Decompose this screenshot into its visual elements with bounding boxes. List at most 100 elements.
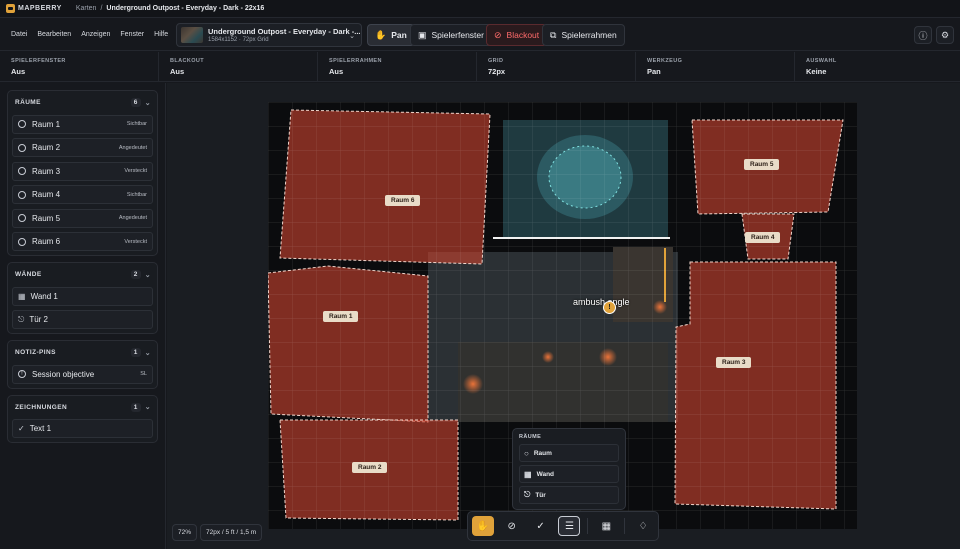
pins-panel: NOTIZ-PINS 1 ⌄ ! Session objective SL bbox=[7, 340, 158, 389]
room-1-label[interactable]: Raum 1 bbox=[323, 311, 359, 322]
status-value: Aus bbox=[11, 67, 26, 76]
map-selector-subtitle: 1584x1152 · 72px Grid bbox=[208, 37, 269, 43]
menu-edit[interactable]: Bearbeiten bbox=[37, 31, 71, 38]
notification-button[interactable]: ♢ bbox=[632, 516, 654, 536]
app-logo: MAPBERRY bbox=[6, 4, 62, 13]
popup-item-label: Wand bbox=[536, 470, 555, 478]
app-name: MAPBERRY bbox=[18, 5, 62, 12]
player-window-label: Spielerfenster bbox=[431, 30, 484, 40]
status-label: WERKZEUG bbox=[647, 58, 683, 64]
blackout-button[interactable]: ⊘ Blackout bbox=[486, 24, 548, 46]
room-item[interactable]: Raum 3 Versteckt bbox=[12, 161, 153, 181]
zoom-level[interactable]: 72% bbox=[172, 524, 198, 541]
circle-icon bbox=[18, 214, 26, 222]
grid-tool-button[interactable]: ▦ bbox=[595, 516, 617, 536]
title-bar: MAPBERRY Karten / Underground Outpost - … bbox=[0, 0, 960, 18]
pins-count-badge: 1 bbox=[130, 348, 141, 357]
door-item-label: Tür 2 bbox=[29, 315, 48, 324]
pan-tool-button[interactable]: ✋ bbox=[472, 516, 494, 536]
room-item[interactable]: Raum 6 Versteckt bbox=[12, 232, 153, 251]
door-icon: ⎋ bbox=[524, 490, 531, 499]
room-item-label: Raum 4 bbox=[32, 190, 61, 199]
frame-icon: ⧉ bbox=[550, 29, 557, 40]
player-window-button[interactable]: ▣ Spielerfenster bbox=[410, 24, 492, 46]
pins-panel-header[interactable]: NOTIZ-PINS 1 ⌄ bbox=[12, 345, 153, 360]
pin-item-label: Session objective bbox=[32, 369, 95, 379]
menu-window[interactable]: Fenster bbox=[120, 31, 144, 38]
menu-file[interactable]: Datei bbox=[11, 31, 27, 38]
room-item[interactable]: Raum 4 Sichtbar bbox=[12, 185, 153, 204]
breadcrumb-separator: / bbox=[100, 5, 103, 12]
room-item[interactable]: Raum 5 Angedeutet bbox=[12, 208, 153, 228]
status-blackout: BLACKOUT Aus bbox=[159, 52, 318, 81]
toolbar-divider bbox=[587, 518, 589, 534]
chevron-down-icon: ⌄ bbox=[144, 404, 151, 411]
popup-item-room[interactable]: ○ Raum bbox=[519, 444, 619, 462]
room-item[interactable]: Raum 1 Sichtbar bbox=[12, 114, 153, 134]
info-button[interactable]: ⓘ bbox=[914, 26, 932, 44]
circle-icon bbox=[18, 120, 26, 128]
chevron-down-icon: ⌄ bbox=[144, 99, 151, 107]
chevron-down-icon: ⌄ bbox=[349, 33, 355, 40]
pan-button[interactable]: ✋ Pan bbox=[367, 24, 415, 46]
wall-item[interactable]: ▦ Wand 1 bbox=[12, 286, 153, 306]
map-selector[interactable]: Underground Outpost - Everyday - Dark -.… bbox=[176, 23, 362, 47]
draw-tool-button[interactable]: ✓ bbox=[530, 516, 552, 536]
logo-icon bbox=[6, 4, 15, 13]
pin-item[interactable]: ! Session objective SL bbox=[12, 364, 153, 384]
wall-item-label: Wand 1 bbox=[30, 291, 58, 301]
room-5-label[interactable]: Raum 5 bbox=[744, 159, 780, 170]
settings-button[interactable]: ⚙ bbox=[936, 26, 954, 44]
room-6-label[interactable]: Raum 6 bbox=[385, 195, 421, 206]
room-2-label[interactable]: Raum 2 bbox=[352, 462, 388, 473]
map-selector-title: Underground Outpost - Everyday - Dark -.… bbox=[208, 27, 361, 36]
drawing-item-label: Text 1 bbox=[29, 424, 52, 433]
room-state: Versteckt bbox=[124, 238, 147, 245]
map-canvas[interactable]: Raum 6 Raum 5 Raum 4 Raum 1 Raum 3 Raum … bbox=[167, 83, 960, 549]
circle-icon bbox=[18, 143, 26, 152]
layers-tool-button[interactable]: ☰ bbox=[558, 516, 581, 536]
status-label: BLACKOUT bbox=[170, 58, 205, 64]
status-selection: AUSWAHL Keine bbox=[795, 52, 954, 81]
popup-item-label: Raum bbox=[533, 449, 552, 457]
alert-icon: ! bbox=[18, 370, 26, 378]
walls-panel-title: WÄNDE bbox=[15, 271, 42, 278]
circle-icon: ○ bbox=[524, 448, 529, 458]
drawing-item[interactable]: ✓ Text 1 bbox=[12, 419, 153, 438]
bell-icon: ♢ bbox=[638, 520, 648, 532]
player-frame-button[interactable]: ⧉ Spielerrahmen bbox=[542, 24, 625, 46]
breadcrumb: Karten / Underground Outpost - Everyday … bbox=[76, 5, 265, 12]
room-3-label[interactable]: Raum 3 bbox=[716, 357, 752, 368]
drawings-count-badge: 1 bbox=[130, 402, 141, 412]
status-value: Aus bbox=[329, 67, 344, 76]
pan-button-label: Pan bbox=[391, 30, 407, 40]
sidebar: RÄUME 6 ⌄ Raum 1 Sichtbar Raum 2 Angedeute… bbox=[0, 83, 166, 549]
screen-icon: ▣ bbox=[418, 29, 427, 40]
room-item[interactable]: Raum 2 Angedeutet bbox=[12, 138, 153, 157]
rooms-panel-header[interactable]: RÄUME 6 ⌄ bbox=[12, 95, 153, 110]
drawings-panel: ZEICHNUNGEN 1 ⌄ ✓ Text 1 bbox=[7, 394, 158, 443]
popup-item-wall[interactable]: ▦ Wand bbox=[519, 465, 619, 483]
app-window: MAPBERRY Karten / Underground Outpost - … bbox=[0, 0, 960, 549]
menu-help[interactable]: Hilfe bbox=[154, 31, 168, 38]
breadcrumb-parent[interactable]: Karten bbox=[76, 5, 97, 12]
hide-tool-button[interactable]: ⊘ bbox=[501, 516, 523, 536]
blackout-label: Blackout bbox=[506, 30, 540, 40]
popup-item-door[interactable]: ⎋ Tür bbox=[519, 486, 619, 504]
layers-icon: ☰ bbox=[564, 520, 574, 532]
pins-panel-title: NOTIZ-PINS bbox=[15, 349, 56, 356]
door-item[interactable]: ⎋ Tür 2 bbox=[12, 310, 153, 329]
drawings-panel-header[interactable]: ZEICHNUNGEN 1 ⌄ bbox=[12, 400, 153, 415]
room-state: Angedeutet bbox=[118, 144, 147, 151]
room-item-label: Raum 1 bbox=[32, 119, 61, 129]
status-value: Pan bbox=[647, 67, 661, 76]
map-thumbnail bbox=[181, 27, 203, 43]
walls-panel-header[interactable]: WÄNDE 2 ⌄ bbox=[12, 267, 153, 282]
pin-marker[interactable]: ! bbox=[603, 301, 616, 314]
status-bar: SPIELERFENSTER Aus BLACKOUT Aus SPIELERR… bbox=[0, 52, 960, 82]
room-4-label[interactable]: Raum 4 bbox=[745, 232, 781, 243]
menu-view[interactable]: Anzeigen bbox=[81, 31, 110, 38]
status-value: Keine bbox=[806, 67, 827, 76]
room-item-label: Raum 3 bbox=[32, 166, 61, 176]
status-player-window: SPIELERFENSTER Aus bbox=[0, 52, 159, 81]
